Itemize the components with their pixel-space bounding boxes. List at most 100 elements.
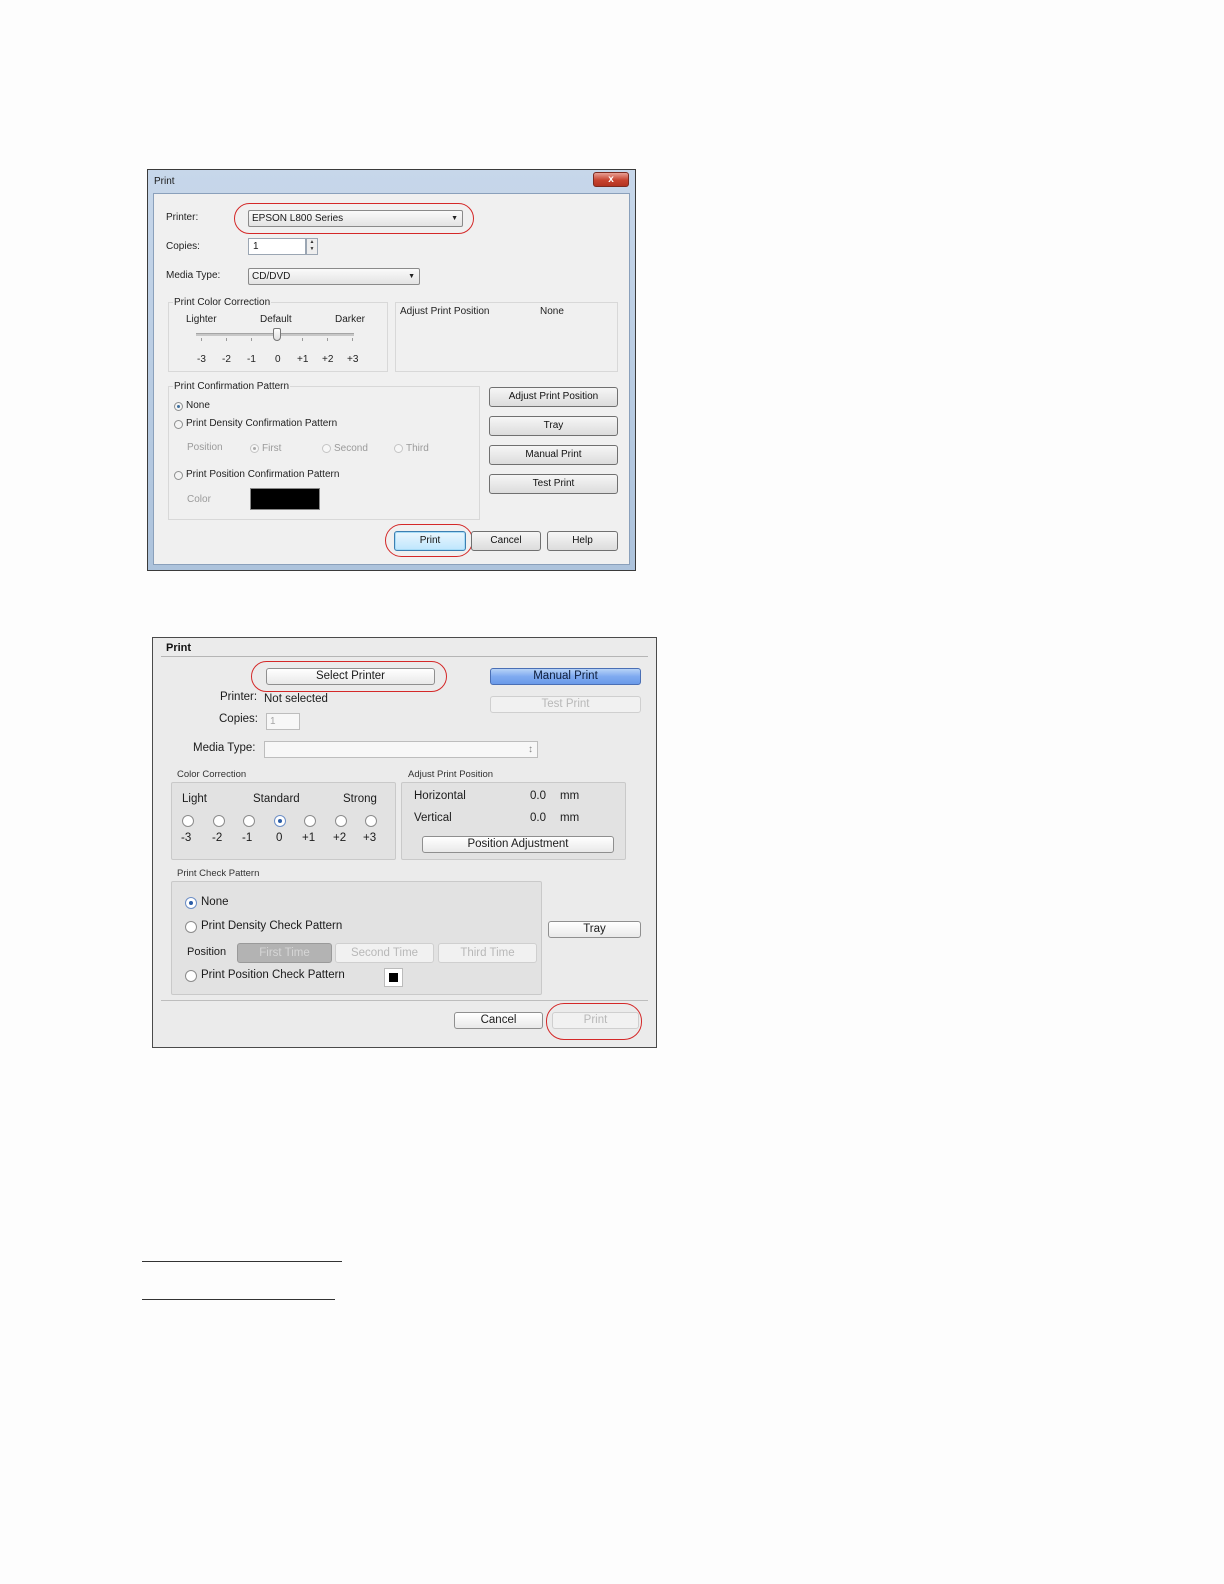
color-level-radio[interactable] xyxy=(213,815,225,827)
color-correction-title: Print Color Correction xyxy=(173,297,272,308)
color-swatch[interactable] xyxy=(250,488,320,510)
tray-button[interactable]: Tray xyxy=(489,416,618,436)
color-well[interactable] xyxy=(384,968,403,987)
print-button[interactable]: Print xyxy=(394,531,466,551)
scale-label: -3 xyxy=(197,354,206,365)
scale-label: +2 xyxy=(322,354,334,365)
second-label: Second xyxy=(334,443,368,454)
copies-stepper[interactable]: ▲ ▼ xyxy=(306,238,318,255)
position-pattern-label: Print Position Check Pattern xyxy=(201,969,345,981)
vertical-label: Vertical xyxy=(414,812,452,824)
darker-label: Darker xyxy=(335,314,366,325)
third-label: Third xyxy=(406,443,429,454)
printer-label: Printer: xyxy=(220,691,258,703)
density-pattern-label: Print Density Check Pattern xyxy=(201,920,343,932)
copies-input[interactable]: 1 xyxy=(248,238,306,255)
popup-arrows-icon: ↕ xyxy=(528,744,533,755)
density-pattern-label: Print Density Confirmation Pattern xyxy=(186,418,338,429)
tray-button[interactable]: Tray xyxy=(548,921,641,938)
second-radio[interactable] xyxy=(322,444,331,453)
first-radio[interactable] xyxy=(250,444,259,453)
scale-label: -1 xyxy=(247,354,256,365)
first-time-button[interactable]: First Time xyxy=(237,943,332,963)
color-level-radio[interactable] xyxy=(304,815,316,827)
manual-print-button[interactable]: Manual Print xyxy=(490,668,641,685)
select-printer-button[interactable]: Select Printer xyxy=(266,668,435,685)
color-level-radio[interactable] xyxy=(365,815,377,827)
vertical-unit: mm xyxy=(560,812,580,824)
scale-label: -3 xyxy=(181,832,192,844)
scale-label: +3 xyxy=(363,832,377,844)
position-pattern-radio[interactable] xyxy=(185,970,197,982)
color-slider-thumb[interactable] xyxy=(273,328,281,341)
density-pattern-radio[interactable] xyxy=(174,420,183,429)
color-correction-title: Color Correction xyxy=(177,769,247,780)
dialog-title: Print xyxy=(166,642,192,654)
position-label: Position xyxy=(187,442,223,453)
dropdown-arrow-icon: ▼ xyxy=(408,273,415,280)
scale-label: +3 xyxy=(347,354,359,365)
light-label: Light xyxy=(182,793,207,805)
vertical-value: 0.0 xyxy=(530,812,546,824)
color-level-radio[interactable] xyxy=(243,815,255,827)
position-pattern-radio[interactable] xyxy=(174,471,183,480)
horizontal-value: 0.0 xyxy=(530,790,546,802)
cancel-button[interactable]: Cancel xyxy=(471,531,541,551)
third-time-button[interactable]: Third Time xyxy=(438,943,537,963)
scale-label: +2 xyxy=(333,832,347,844)
media-type-label: Media Type: xyxy=(166,270,221,281)
lighter-label: Lighter xyxy=(186,314,217,325)
adjust-position-value: None xyxy=(540,306,564,317)
footnote-rule xyxy=(142,1261,342,1262)
help-button[interactable]: Help xyxy=(547,531,618,551)
copies-label: Copies: xyxy=(219,713,258,725)
color-level-radio[interactable] xyxy=(335,815,347,827)
dialog-title: Print xyxy=(154,176,175,187)
density-pattern-radio[interactable] xyxy=(185,921,197,933)
position-adjustment-button[interactable]: Position Adjustment xyxy=(422,836,614,853)
manual-print-button[interactable]: Manual Print xyxy=(489,445,618,465)
confirmation-pattern-title: Print Confirmation Pattern xyxy=(173,381,291,392)
media-type-select[interactable]: CD/DVD ▼ xyxy=(248,268,420,285)
scale-label: +1 xyxy=(302,832,316,844)
second-time-button[interactable]: Second Time xyxy=(335,943,434,963)
horizontal-label: Horizontal xyxy=(414,790,466,802)
test-print-button[interactable]: Test Print xyxy=(490,696,641,713)
footnote-rule xyxy=(142,1299,335,1300)
none-radio[interactable] xyxy=(174,402,183,411)
windows-print-dialog: Print x Printer: EPSON L800 Series ▼ Cop… xyxy=(147,169,636,571)
strong-label: Strong xyxy=(343,793,377,805)
media-type-select[interactable]: ↕ xyxy=(264,741,538,758)
adjust-position-title: Adjust Print Position xyxy=(408,769,494,780)
test-print-button[interactable]: Test Print xyxy=(489,474,618,494)
horizontal-unit: mm xyxy=(560,790,580,802)
standard-label: Standard xyxy=(253,793,300,805)
dropdown-arrow-icon: ▼ xyxy=(451,215,458,222)
none-radio[interactable] xyxy=(185,897,197,909)
scale-label: 0 xyxy=(276,832,283,844)
cancel-button[interactable]: Cancel xyxy=(454,1012,543,1029)
printer-label: Printer: xyxy=(166,212,199,223)
media-type-value: CD/DVD xyxy=(252,271,291,282)
default-label: Default xyxy=(260,314,292,325)
color-level-radio-selected[interactable] xyxy=(274,815,286,827)
third-radio[interactable] xyxy=(394,444,403,453)
adjust-position-label: Adjust Print Position xyxy=(400,306,490,317)
adjust-print-position-button[interactable]: Adjust Print Position xyxy=(489,387,618,407)
printer-value: Not selected xyxy=(264,693,328,705)
first-label: First xyxy=(262,443,282,454)
print-button[interactable]: Print xyxy=(552,1012,639,1029)
printer-value: EPSON L800 Series xyxy=(252,213,344,224)
copies-input[interactable]: 1 xyxy=(266,713,300,730)
scale-label: -2 xyxy=(222,354,231,365)
copies-label: Copies: xyxy=(166,241,200,252)
scale-label: -1 xyxy=(242,832,253,844)
mac-print-dialog: Print Select Printer Manual Print Test P… xyxy=(152,637,657,1048)
none-label: None xyxy=(186,400,210,411)
color-swatch xyxy=(389,973,398,982)
scale-label: 0 xyxy=(275,354,281,365)
printer-select[interactable]: EPSON L800 Series ▼ xyxy=(248,210,463,227)
close-button[interactable]: x xyxy=(593,172,629,187)
check-pattern-title: Print Check Pattern xyxy=(177,868,260,879)
color-level-radio[interactable] xyxy=(182,815,194,827)
